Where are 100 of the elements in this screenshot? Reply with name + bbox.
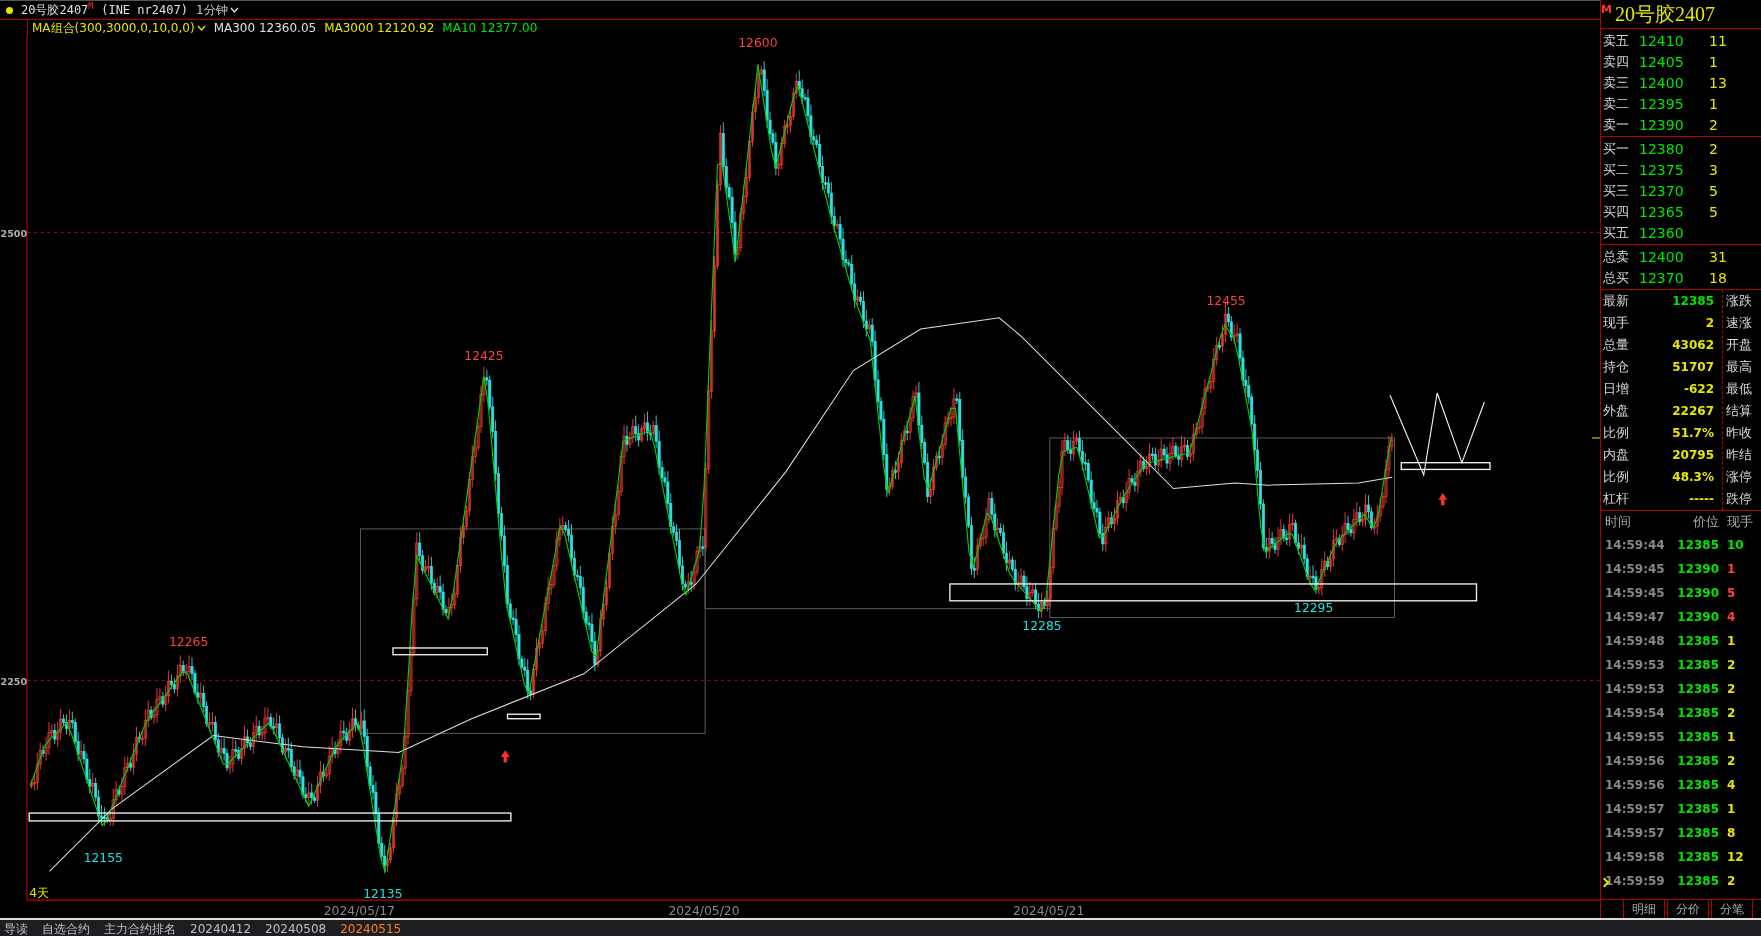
stat-label: 昨收 (1726, 424, 1752, 442)
tick-volume: 4 (1727, 610, 1737, 624)
period-selector[interactable]: 1分钟 (195, 1, 228, 19)
tick-volume: 2 (1727, 706, 1737, 720)
order-volume: 2 (1708, 140, 1719, 157)
order-label: 卖一 (1603, 115, 1630, 134)
order-price: 12370 (1639, 182, 1685, 199)
tick-time: 14:59:45 (1605, 586, 1666, 600)
order-label: 卖五 (1603, 31, 1630, 50)
tick-price: 12385 (1676, 802, 1720, 816)
tick-price: 12390 (1676, 586, 1720, 600)
order-price: 12410 (1639, 32, 1685, 49)
tick-time: 14:59:56 (1605, 754, 1666, 768)
tick-price: 12385 (1676, 730, 1720, 744)
tick-time: 14:59:44 (1605, 538, 1666, 552)
up-arrow-icon (500, 750, 510, 763)
tick-volume: 1 (1727, 562, 1737, 576)
order-price: 12375 (1639, 161, 1685, 178)
stat-label: 昨结 (1726, 446, 1752, 464)
caret-icon[interactable] (229, 7, 239, 13)
order-price: 12390 (1639, 116, 1685, 133)
price-label: 12600 (738, 36, 778, 51)
order-volume: 3 (1708, 161, 1719, 178)
order-label: 买二 (1603, 160, 1630, 179)
stat-label: 结算 (1726, 402, 1752, 420)
order-price: 12400 (1639, 74, 1685, 91)
tick-time: 14:59:45 (1605, 562, 1666, 576)
price-label: 12455 (1206, 294, 1246, 309)
stat-value: ----- (1689, 492, 1714, 506)
bottom-tab[interactable]: 20240412 (190, 922, 252, 936)
order-volume: 1 (1708, 95, 1719, 112)
support-box (506, 713, 541, 720)
column-header: 现手 (1727, 513, 1754, 531)
order-volume: 5 (1708, 182, 1719, 199)
tick-volume: 1 (1727, 730, 1737, 744)
tick-price: 12385 (1676, 826, 1720, 840)
order-volume: 5 (1708, 203, 1719, 220)
stat-label: 现手 (1603, 314, 1629, 332)
column-header: 价位 (1692, 513, 1720, 531)
caret-icon[interactable] (196, 25, 206, 31)
indicator-value: MA300 12360.05 (213, 21, 317, 35)
order-label: 买一 (1603, 139, 1630, 158)
order-label: 总卖 (1603, 247, 1630, 266)
stat-value: 51.7% (1672, 426, 1714, 440)
order-price: 12395 (1639, 95, 1685, 112)
stat-label: 最新 (1603, 292, 1629, 310)
tick-time: 14:59:58 (1605, 850, 1666, 864)
indicator-value: MA3000 12120.92 (324, 21, 435, 35)
column-header: 时间 (1605, 513, 1632, 531)
tick-price: 12385 (1676, 874, 1720, 888)
order-price: 12370 (1639, 269, 1685, 286)
market-letter: M (1601, 3, 1612, 16)
order-volume: 11 (1708, 32, 1728, 49)
up-arrow-icon (1438, 493, 1448, 506)
stat-label: 跌停 (1726, 490, 1752, 508)
stat-label: 杠杆 (1603, 490, 1629, 508)
stat-label: 外盘 (1603, 402, 1629, 420)
price-label: 12285 (1022, 619, 1062, 633)
indicator-value[interactable]: MA组合(300,3000,0,10,0,0) (32, 19, 206, 37)
order-label: 总买 (1603, 268, 1630, 287)
tick-time: 14:59:53 (1605, 658, 1666, 672)
tick-time: 14:59:47 (1605, 610, 1666, 624)
bottom-tab[interactable]: 20240515 (340, 922, 402, 936)
tick-price: 12385 (1676, 706, 1720, 720)
tick-volume: 2 (1727, 658, 1737, 672)
price-label: 12265 (169, 634, 209, 649)
tick-price: 12385 (1676, 850, 1720, 864)
date-label: 2024/05/21 (1013, 904, 1085, 918)
exchange-code: (INE nr2407) (101, 3, 188, 17)
bottom-tab[interactable]: 自选合约 (42, 920, 90, 936)
stat-label: 涨停 (1726, 468, 1752, 486)
order-label: 卖四 (1603, 52, 1630, 71)
tick-volume: 12 (1727, 850, 1745, 864)
order-volume: 2 (1708, 116, 1719, 133)
order-label: 买三 (1603, 181, 1630, 200)
price-label: 12425 (464, 349, 504, 364)
bottom-tab[interactable]: 20240508 (265, 922, 327, 936)
tick-volume: 10 (1727, 538, 1745, 552)
tick-price: 12385 (1676, 634, 1720, 648)
stat-label: 涨跌 (1726, 292, 1752, 310)
stat-label: 最高 (1726, 358, 1752, 376)
stat-label: 内盘 (1603, 446, 1629, 464)
tick-time: 14:59:56 (1605, 778, 1666, 792)
stat-label: 比例 (1603, 424, 1629, 442)
date-label: 2024/05/17 (323, 904, 395, 918)
stat-value: 22267 (1672, 404, 1714, 418)
tick-volume: 8 (1727, 826, 1737, 840)
tick-time: 14:59:54 (1605, 706, 1666, 720)
order-price: 12405 (1639, 53, 1685, 70)
order-label: 买五 (1603, 223, 1630, 242)
stat-value: 48.3% (1672, 470, 1714, 484)
bottom-tab[interactable]: 主力合约排名 (104, 920, 176, 936)
stat-label: 持仓 (1603, 358, 1629, 376)
stat-label: 速涨 (1726, 314, 1752, 332)
tick-price: 12385 (1676, 754, 1720, 768)
bottom-tab[interactable]: 导读 (4, 920, 28, 936)
order-label: 卖三 (1603, 73, 1630, 92)
stat-label: 日增 (1603, 380, 1629, 398)
price-label: 12135 (363, 887, 403, 902)
date-label: 2024/05/20 (668, 904, 740, 918)
